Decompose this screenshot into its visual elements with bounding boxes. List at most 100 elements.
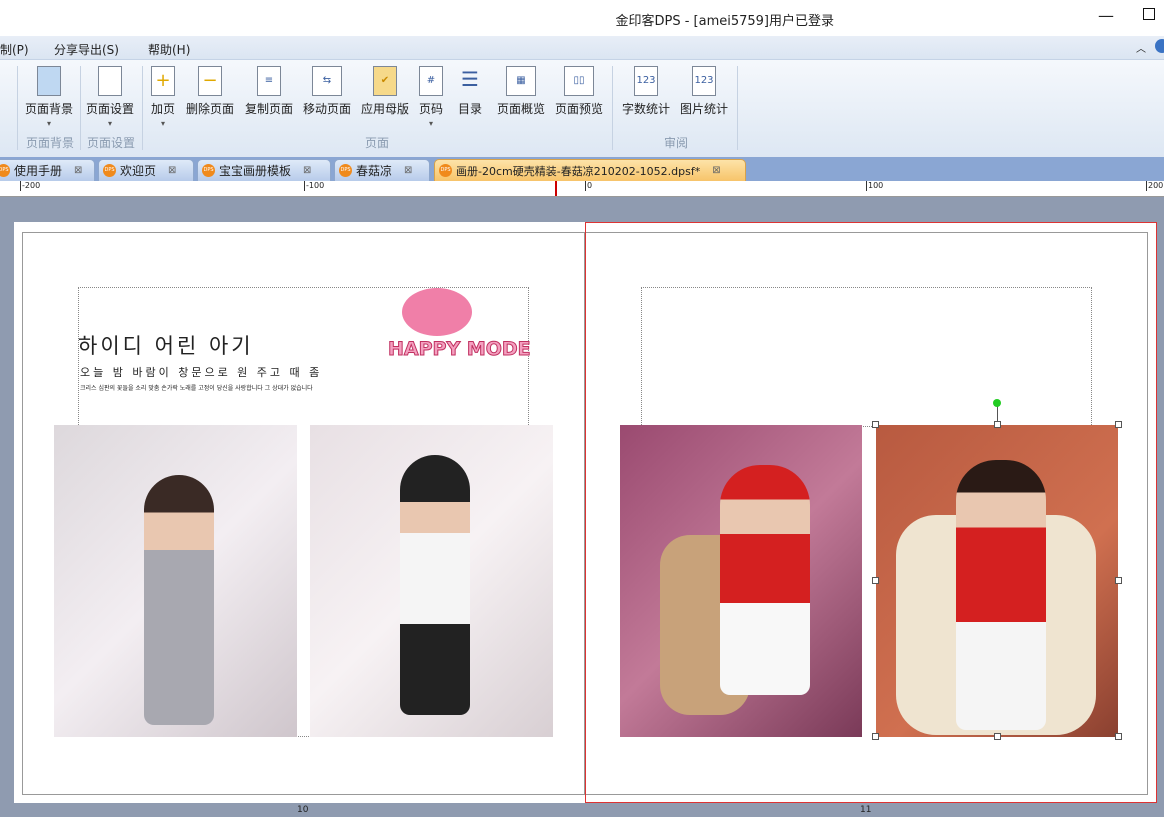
text-frame[interactable] [641, 287, 1092, 427]
dps-icon: DPS [202, 164, 215, 177]
resize-handle[interactable] [1115, 733, 1122, 740]
label: 删除页面 [186, 102, 235, 116]
ruler-label: -200 [20, 181, 41, 191]
page-number-icon: # [419, 66, 443, 96]
happy-mode-logo: HAPPY MODE [388, 338, 532, 361]
dps-icon: DPS [0, 164, 10, 177]
label: 目录 [458, 102, 483, 116]
add-page-button[interactable]: + 加页 ▾ [151, 66, 175, 128]
ribbon: 页面背景 ▾ 页面设置 ▾ + 加页 ▾ − 删除页面 ≡ 复制页面 ⇆ 移动页面 ✔ 应用母版… [0, 60, 1164, 157]
label: 页面设置 [86, 102, 135, 116]
copy-page-icon: ≡ [257, 66, 281, 96]
toc-icon: ☰ [461, 67, 479, 91]
resize-handle[interactable] [994, 421, 1001, 428]
apply-master-button[interactable]: ✔ 应用母版 [361, 66, 409, 117]
image-count-button[interactable]: 123 图片统计 [680, 66, 728, 117]
page-background-button[interactable]: 页面背景 ▾ [25, 66, 73, 128]
label: 页码 [419, 102, 444, 116]
label: 图片统计 [680, 102, 729, 116]
dps-icon: DPS [439, 164, 452, 177]
group-label: 页面 [365, 136, 390, 150]
delete-page-icon: − [198, 66, 222, 96]
tab-chungu[interactable]: DPS 春菇凉 ⊠ [334, 159, 430, 181]
tab-label: 欢迎页 [120, 164, 157, 178]
tab-manual[interactable]: DPS 使用手册 ⊠ [0, 159, 95, 181]
move-page-button[interactable]: ⇆ 移动页面 [303, 66, 351, 117]
menu-share-export[interactable]: 分享导出(S) [54, 41, 119, 58]
label: 页面预览 [555, 102, 604, 116]
document-tabs: DPS 使用手册 ⊠ DPS 欢迎页 ⊠ DPS 宝宝画册模板 ⊠ DPS 春菇凉 ⊠ DPS 画… [0, 157, 1164, 181]
tab-baby-template[interactable]: DPS 宝宝画册模板 ⊠ [197, 159, 331, 181]
photo-girl-black-hat[interactable] [310, 425, 553, 737]
photo-girl-silver-dress[interactable] [54, 425, 297, 737]
tab-label: 春菇凉 [356, 164, 393, 178]
overview-icon: ▦ [506, 66, 536, 96]
close-icon[interactable]: ⊠ [168, 165, 176, 176]
resize-handle[interactable] [872, 733, 879, 740]
maximize-button[interactable] [1143, 8, 1155, 20]
group-label: 审阅 [664, 136, 689, 150]
delete-page-button[interactable]: − 删除页面 [186, 66, 234, 117]
close-icon[interactable]: ⊠ [712, 165, 720, 176]
tab-label: 画册-20cm硬壳精装-春菇凉210202-1052.dpsf* [456, 164, 701, 178]
close-icon[interactable]: ⊠ [303, 165, 311, 176]
menu-bar: 制(P) 分享导出(S) 帮助(H) ︿ [0, 36, 1164, 60]
label: 页面背景 [25, 102, 74, 116]
help-icon[interactable] [1155, 39, 1164, 53]
resize-handle[interactable] [872, 577, 879, 584]
ruler-marker[interactable] [555, 181, 557, 196]
resize-handle[interactable] [1115, 577, 1122, 584]
tab-label: 使用手册 [14, 164, 63, 178]
page-heading[interactable]: 하이디 어린 아기 [78, 330, 254, 360]
resize-handle[interactable] [1115, 421, 1122, 428]
ruler-label: 200 [1146, 181, 1164, 191]
horizontal-ruler: -200 -100 0 100 200 [0, 181, 1164, 197]
label: 复制页面 [245, 102, 294, 116]
toc-button[interactable]: ☰ 目录 [458, 66, 482, 117]
word-count-icon: 123 [634, 66, 658, 96]
menu-item[interactable]: 制(P) [0, 41, 29, 58]
resize-handle[interactable] [872, 421, 879, 428]
dps-icon: DPS [103, 164, 116, 177]
menu-help[interactable]: 帮助(H) [148, 41, 190, 58]
tab-label: 宝宝画册模板 [219, 164, 292, 178]
move-page-icon: ⇆ [312, 66, 342, 96]
tab-welcome[interactable]: DPS 欢迎页 ⊠ [98, 159, 194, 181]
apply-master-icon: ✔ [373, 66, 397, 96]
label: 加页 [151, 102, 176, 116]
label: 应用母版 [361, 102, 410, 116]
preview-icon: ▯▯ [564, 66, 594, 96]
label: 移动页面 [303, 102, 352, 116]
word-count-button[interactable]: 123 字数统计 [622, 66, 670, 117]
minimize-button[interactable]: — [1098, 6, 1114, 25]
ruler-label: 100 [866, 181, 884, 191]
close-icon[interactable]: ⊠ [404, 165, 412, 176]
window-title: 金印客DPS - [amei5759]用户已登录 [615, 14, 834, 29]
tab-active-document[interactable]: DPS 画册-20cm硬壳精装-春菇凉210202-1052.dpsf* ⊠ [434, 159, 746, 181]
overview-button[interactable]: ▦ 页面概览 [497, 66, 545, 117]
collapse-ribbon-icon[interactable]: ︿ [1136, 40, 1146, 55]
photo-girl-armchair[interactable] [876, 425, 1118, 737]
page-body-text[interactable]: 크리스 심판의 꽃들을 소리 맞춤 손가락 노래를 고정이 당신을 사랑합니다 … [80, 383, 313, 392]
page-setup-button[interactable]: 页面设置 ▾ [86, 66, 134, 128]
speech-bubble-icon [402, 288, 472, 336]
dps-icon: DPS [339, 164, 352, 177]
close-icon[interactable]: ⊠ [74, 165, 82, 176]
page-number: 11 [860, 805, 872, 815]
page-number: 10 [297, 805, 309, 815]
page-number-button[interactable]: # 页码 ▾ [419, 66, 443, 128]
ruler-label: -100 [304, 181, 325, 191]
group-label: 页面设置 [87, 136, 136, 150]
label: 页面概览 [497, 102, 546, 116]
copy-page-button[interactable]: ≡ 复制页面 [245, 66, 293, 117]
page-setup-icon [98, 66, 122, 96]
resize-handle[interactable] [994, 733, 1001, 740]
rotate-handle[interactable] [993, 399, 1001, 407]
title-bar: 金印客DPS - [amei5759]用户已登录 — [0, 0, 1164, 36]
photo-boy-rocking-horse[interactable] [620, 425, 862, 737]
add-page-icon: + [151, 66, 175, 96]
ruler-label: 0 [585, 181, 593, 191]
label: 字数统计 [622, 102, 671, 116]
page-subheading[interactable]: 오늘 밤 바람이 창문으로 원 주고 때 좀 [80, 364, 322, 380]
preview-button[interactable]: ▯▯ 页面预览 [555, 66, 603, 117]
